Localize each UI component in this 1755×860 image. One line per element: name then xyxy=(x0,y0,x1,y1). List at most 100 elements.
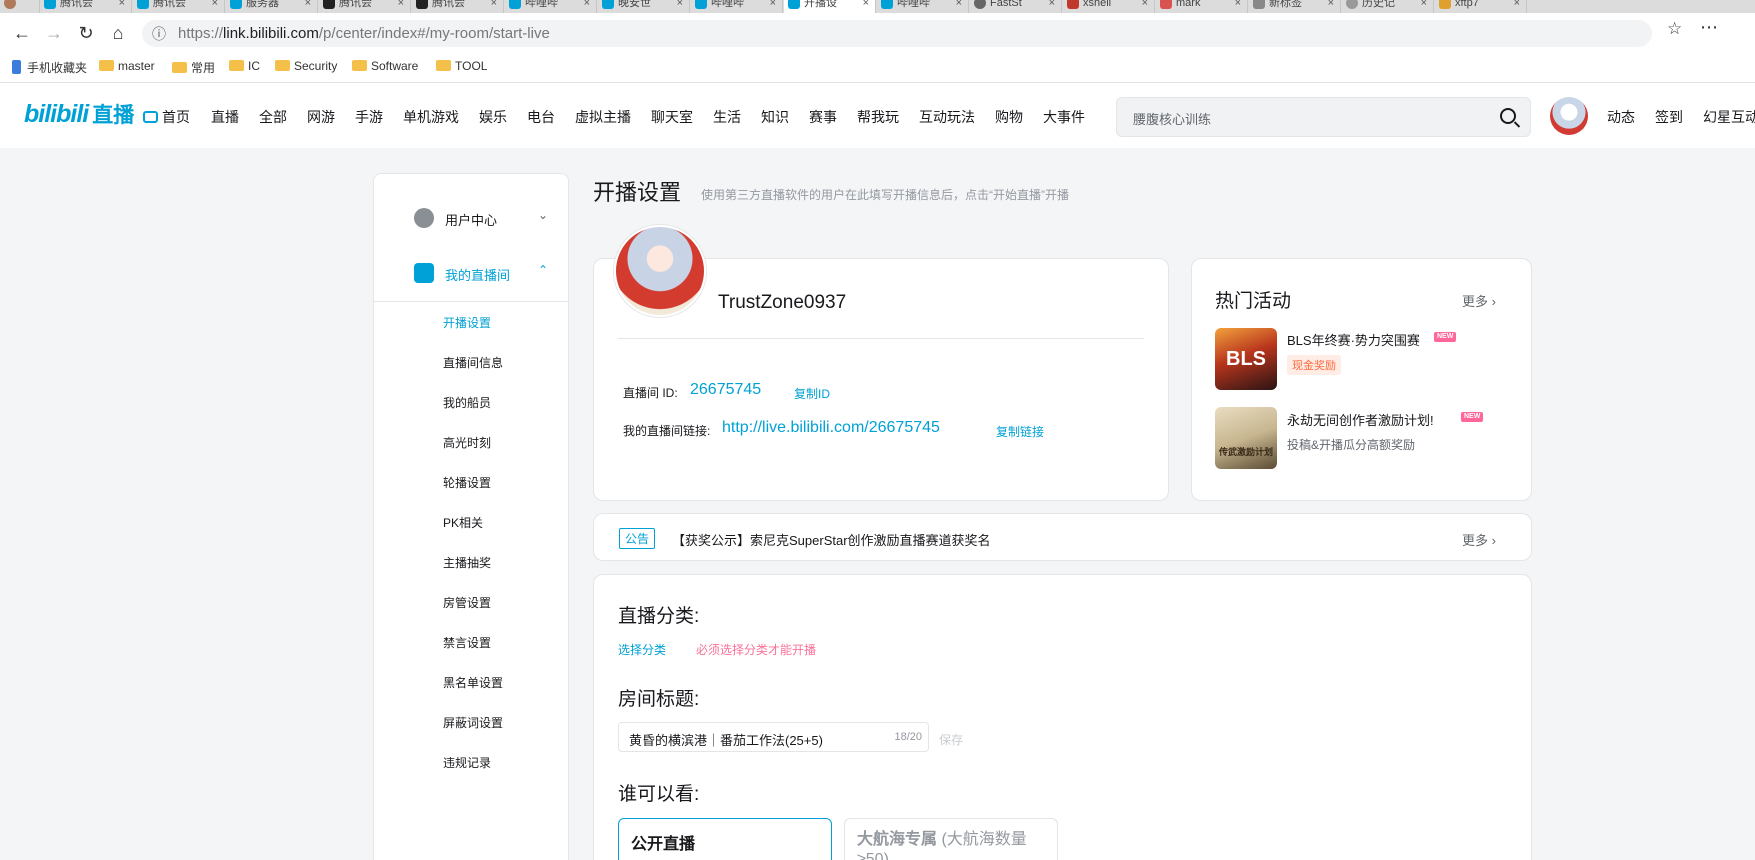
browser-tab[interactable]: 新标签 × xyxy=(1249,0,1341,13)
copy-link-button[interactable]: 复制链接 xyxy=(996,423,1044,440)
bookmark-folder[interactable]: IC xyxy=(229,59,260,73)
browser-tab[interactable]: 腾讯会 × xyxy=(40,0,132,13)
sidebar-item-blacklist[interactable]: 黑名单设置 xyxy=(443,674,503,691)
bilibili-live-logo[interactable]: bilibili 直播 xyxy=(24,99,134,129)
close-icon[interactable]: × xyxy=(398,0,404,13)
browser-tab[interactable]: 服务器 × xyxy=(226,0,318,13)
nav-knowledge[interactable]: 知识 xyxy=(761,107,789,127)
bls-event-thumbnail[interactable]: BLS xyxy=(1215,328,1277,390)
event-title[interactable]: BLS年终赛·势力突围赛 xyxy=(1287,330,1420,349)
nav-radio[interactable]: 电台 xyxy=(527,107,555,127)
search-icon[interactable] xyxy=(1500,108,1516,124)
sidebar-item-lottery[interactable]: 主播抽奖 xyxy=(443,554,491,571)
room-link[interactable]: http://live.bilibili.com/26675745 xyxy=(722,419,940,437)
close-icon[interactable]: × xyxy=(1514,0,1520,13)
close-icon[interactable]: × xyxy=(1328,0,1334,13)
choose-category-button[interactable]: 选择分类 xyxy=(618,641,666,658)
room-title-input[interactable]: 黄昏的横滨港｜番茄工作法(25+5) 18/20 xyxy=(618,722,929,752)
browser-tab[interactable]: 哔哩哔 × xyxy=(877,0,969,13)
close-icon[interactable]: × xyxy=(1421,0,1427,13)
nav-all[interactable]: 全部 xyxy=(259,107,287,127)
site-info-icon[interactable]: ⓘ xyxy=(152,24,166,44)
nav-entertainment[interactable]: 娱乐 xyxy=(479,107,507,127)
close-icon[interactable]: × xyxy=(212,0,218,13)
bookmark-folder[interactable]: 常用 xyxy=(172,59,215,76)
browser-tab[interactable]: 哔哩哔 × xyxy=(505,0,597,13)
close-icon[interactable]: × xyxy=(956,0,962,13)
close-icon[interactable]: × xyxy=(491,0,497,13)
naraka-event-thumbnail[interactable]: 传武激励计划 xyxy=(1215,407,1277,469)
back-button[interactable]: ← xyxy=(10,21,34,45)
nav-esports[interactable]: 赛事 xyxy=(809,107,837,127)
hot-more-link[interactable]: 更多 › xyxy=(1462,291,1496,310)
url-input[interactable]: ⓘ https://link.bilibili.com/p/center/ind… xyxy=(142,20,1652,47)
close-icon[interactable]: × xyxy=(770,0,776,13)
nav-chatroom[interactable]: 聊天室 xyxy=(651,107,693,127)
sidebar-item-room-admin[interactable]: 房管设置 xyxy=(443,594,491,611)
browser-tab[interactable]: xshell × xyxy=(1063,0,1155,13)
close-icon[interactable]: × xyxy=(584,0,590,13)
nav-interactive[interactable]: 互动玩法 xyxy=(919,107,975,127)
close-icon[interactable]: × xyxy=(1049,0,1055,13)
browser-tab-active[interactable]: 开播设 × xyxy=(784,0,876,13)
bookmark-folder[interactable]: Software xyxy=(352,59,418,73)
notice-text[interactable]: 【获奖公示】索尼克SuperStar创作激励直播赛道获奖名 xyxy=(672,530,991,549)
browser-tab[interactable]: 哔哩哔 × xyxy=(691,0,783,13)
bookmark-star-icon[interactable]: ☆ xyxy=(1667,19,1682,39)
nav-events[interactable]: 大事件 xyxy=(1043,107,1085,127)
sidebar-item-blocked-words[interactable]: 屏蔽词设置 xyxy=(443,714,503,731)
bookmark-folder[interactable]: Security xyxy=(275,59,337,73)
bookmark-mobile[interactable]: 手机收藏夹 xyxy=(12,59,87,76)
dynamics-link[interactable]: 动态 xyxy=(1607,107,1635,127)
browser-tab[interactable]: 腾讯会 × xyxy=(319,0,411,13)
sidebar-group-my-room[interactable]: 我的直播间 ⌃ xyxy=(374,253,568,293)
copy-id-button[interactable]: 复制ID xyxy=(794,385,830,402)
close-icon[interactable]: × xyxy=(677,0,683,13)
close-icon[interactable]: × xyxy=(305,0,311,13)
save-title-button[interactable]: 保存 xyxy=(939,731,963,748)
user-avatar[interactable] xyxy=(1550,97,1588,135)
browser-tab[interactable]: xftp7 × xyxy=(1435,0,1527,13)
sidebar-item-pk[interactable]: PK相关 xyxy=(443,514,483,531)
reload-button[interactable]: ↻ xyxy=(74,21,98,45)
browser-tab[interactable]: 腾讯会 × xyxy=(412,0,504,13)
sidebar-item-crew[interactable]: 我的船员 xyxy=(443,394,491,411)
nav-live[interactable]: 直播 xyxy=(211,107,239,127)
sidebar-group-user-center[interactable]: 用户中心 ⌄ xyxy=(374,198,568,238)
sidebar-item-highlights[interactable]: 高光时刻 xyxy=(443,434,491,451)
nav-life[interactable]: 生活 xyxy=(713,107,741,127)
browser-tab[interactable] xyxy=(0,0,40,13)
event-title[interactable]: 永劫无间创作者激励计划! xyxy=(1287,410,1434,429)
nav-virtual[interactable]: 虚拟主播 xyxy=(575,107,631,127)
sidebar-item-rotation[interactable]: 轮播设置 xyxy=(443,474,491,491)
browser-menu-icon[interactable]: ⋯ xyxy=(1700,17,1719,38)
browser-tab[interactable]: mark × xyxy=(1156,0,1248,13)
bookmark-folder[interactable]: master xyxy=(99,59,155,73)
search-input[interactable]: 腰腹核心训练 xyxy=(1116,97,1531,137)
home-button[interactable]: ⌂ xyxy=(106,21,130,45)
close-icon[interactable]: × xyxy=(1235,0,1241,13)
browser-tab[interactable]: 历史记 × xyxy=(1342,0,1434,13)
close-icon[interactable]: × xyxy=(1142,0,1148,13)
sidebar-item-room-info[interactable]: 直播间信息 xyxy=(443,354,503,371)
nav-home[interactable]: 首页 xyxy=(143,107,190,127)
nav-mobile-games[interactable]: 手游 xyxy=(355,107,383,127)
browser-tab[interactable]: FastSt × xyxy=(970,0,1062,13)
captain-only-option[interactable]: 大航海专属 (大航海数量≥50) xyxy=(844,818,1058,860)
nav-single-games[interactable]: 单机游戏 xyxy=(403,107,459,127)
public-live-option[interactable]: 公开直播 xyxy=(618,818,832,860)
nav-pc-games[interactable]: 网游 xyxy=(307,107,335,127)
forward-button[interactable]: → xyxy=(42,21,66,45)
nav-help-play[interactable]: 帮我玩 xyxy=(857,107,899,127)
close-icon[interactable]: × xyxy=(863,0,869,13)
browser-tab[interactable]: 晚安世 × xyxy=(598,0,690,13)
sidebar-item-mute[interactable]: 禁言设置 xyxy=(443,634,491,651)
browser-tab[interactable]: 腾讯会 × xyxy=(133,0,225,13)
interactive-link[interactable]: 幻星互动 xyxy=(1703,107,1755,127)
notice-more-link[interactable]: 更多 › xyxy=(1462,530,1496,549)
sidebar-item-violations[interactable]: 违规记录 xyxy=(443,754,491,771)
close-icon[interactable]: × xyxy=(119,0,125,13)
streamer-avatar[interactable] xyxy=(614,225,706,317)
sidebar-item-start-live[interactable]: 开播设置 xyxy=(443,314,491,331)
checkin-link[interactable]: 签到 xyxy=(1655,107,1683,127)
